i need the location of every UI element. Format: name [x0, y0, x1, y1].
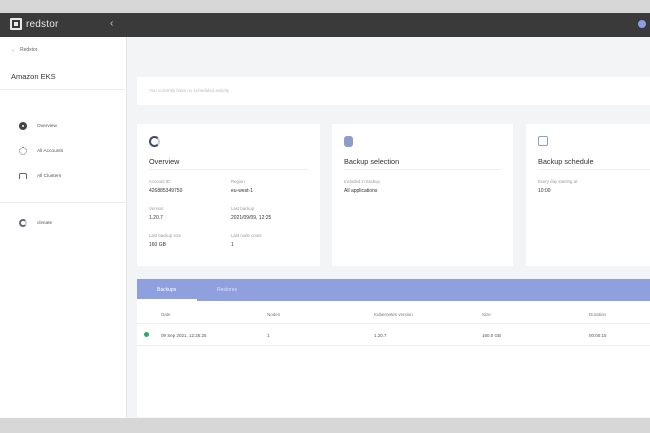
- card-title: Backup selection: [344, 157, 400, 166]
- active-tab-indicator: [137, 299, 197, 301]
- overview-icon: [19, 122, 27, 130]
- collapse-sidebar-icon[interactable]: ‹: [110, 18, 113, 29]
- field-node-count: Last node count 1: [231, 233, 262, 248]
- divider: [538, 169, 650, 170]
- field-value: 1: [231, 242, 234, 248]
- field-value: 160 GB: [149, 242, 166, 248]
- field-label: Last node count: [231, 233, 262, 238]
- backup-schedule-card: Backup schedule Every day starting at 10…: [526, 124, 650, 266]
- top-bar: redstor ‹: [0, 13, 650, 37]
- overview-ring-icon: [149, 136, 160, 147]
- field-version: Version 1.20.7: [149, 206, 163, 221]
- field-value: 426885349750: [149, 188, 183, 194]
- sidebar-title: Amazon EKS: [11, 72, 56, 81]
- field-label: Last backup: [231, 206, 255, 211]
- divider: [137, 323, 650, 324]
- sidebar-item-label: Overview: [37, 123, 57, 129]
- field-last-backup: Last backup 2021/09/09, 12:25: [231, 206, 271, 221]
- field-label: Account ID: [149, 179, 171, 184]
- activity-notice: You currently have no scheduled activity: [137, 77, 650, 105]
- field-value: All applications: [344, 188, 378, 194]
- back-link-label: Redstor: [20, 47, 38, 53]
- accounts-icon: [19, 147, 27, 155]
- field-label: Every day starting at: [538, 179, 578, 184]
- card-title: Backup schedule: [538, 157, 594, 166]
- divider: [149, 169, 308, 170]
- sidebar-item-clusters[interactable]: All Clusters: [19, 173, 61, 179]
- card-title: Overview: [149, 157, 180, 166]
- field-value: 10:00: [538, 188, 551, 194]
- field-label: Included in backup: [344, 179, 380, 184]
- divider: [0, 202, 127, 203]
- back-link[interactable]: ← Redstor: [11, 47, 38, 53]
- sidebar-item-accounts[interactable]: All Accounts: [19, 147, 63, 155]
- app-window: redstor ‹ ← Redstor Amazon EKS Overview …: [0, 13, 650, 418]
- backup-selection-card: Backup selection Included in backup All …: [332, 124, 513, 266]
- status-success-icon: [144, 332, 149, 337]
- sidebar-item-label: All Clusters: [37, 173, 62, 179]
- sidebar-item-label: All Accounts: [37, 148, 64, 154]
- divider: [344, 169, 501, 170]
- cell-date: 09 Sep 2021, 12:25:25: [161, 333, 207, 338]
- field-account-id: Account ID 426885349750: [149, 179, 182, 194]
- main-content: You currently have no scheduled activity…: [127, 37, 650, 418]
- clusters-icon: [19, 173, 27, 179]
- field-schedule: Every day starting at 10:00: [538, 179, 577, 194]
- field-value: 2021/09/09, 12:25: [231, 215, 272, 221]
- column-header-duration[interactable]: Duration: [589, 312, 606, 317]
- sidebar-item-overview[interactable]: Overview: [19, 122, 57, 130]
- field-value: eu-west-1: [231, 188, 253, 194]
- column-header-version[interactable]: Kubernetes version: [374, 312, 413, 317]
- database-icon: [344, 136, 353, 147]
- cell-duration: 00:00:15: [589, 333, 607, 338]
- back-arrow-icon: ←: [11, 47, 16, 53]
- overview-card: Overview Account ID 426885349750 Region …: [137, 124, 320, 266]
- logo[interactable]: redstor: [10, 18, 59, 30]
- column-header-size[interactable]: Size: [482, 312, 491, 317]
- calendar-icon: [538, 136, 548, 146]
- cell-size: 160.0 GB: [482, 333, 502, 338]
- field-included: Included in backup All applications: [344, 179, 380, 194]
- field-region: Region eu-west-1: [231, 179, 253, 194]
- cell-version: 1.20.7: [374, 333, 387, 338]
- cell-nodes: 1: [267, 333, 270, 338]
- column-header-nodes[interactable]: Nodes: [267, 312, 280, 317]
- sidebar-item-cluster[interactable]: climate: [19, 219, 52, 227]
- field-backup-size: Last backup size 160 GB: [149, 233, 181, 248]
- logo-text: redstor: [26, 18, 59, 30]
- tab-backups[interactable]: Backups: [157, 287, 176, 293]
- cluster-status-icon: [19, 219, 27, 227]
- sidebar-item-label: climate: [37, 220, 53, 226]
- backups-panel: Backups Restores Date Nodes Kubernetes v…: [137, 279, 650, 417]
- tab-bar: Backups Restores: [137, 279, 650, 301]
- sidebar: ← Redstor Amazon EKS Overview All Accoun…: [0, 37, 127, 418]
- field-value: 1.20.7: [149, 215, 163, 221]
- field-label: Version: [149, 206, 164, 211]
- column-header-date[interactable]: Date: [161, 312, 171, 317]
- redstor-logo-icon: [10, 18, 22, 30]
- user-avatar-icon[interactable]: [638, 20, 646, 28]
- field-label: Region: [231, 179, 245, 184]
- tab-restores[interactable]: Restores: [217, 287, 237, 293]
- divider: [137, 345, 650, 346]
- divider: [0, 89, 127, 90]
- field-label: Last backup size: [149, 233, 182, 238]
